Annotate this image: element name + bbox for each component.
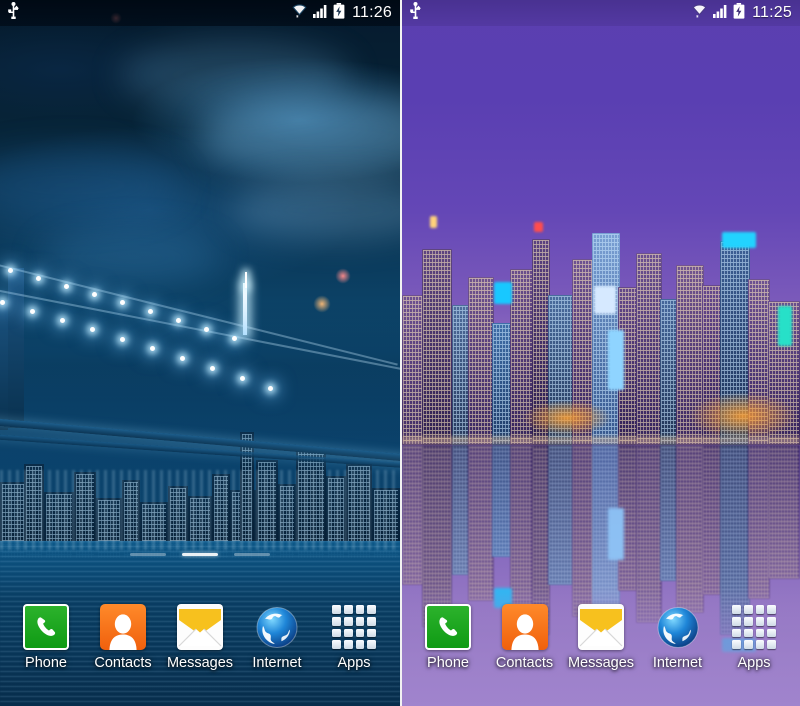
apps-grid-icon[interactable] bbox=[331, 604, 377, 650]
dock-item-messages[interactable]: Messages bbox=[565, 604, 637, 671]
dock-right: Phone Contacts Messages Internet Apps bbox=[402, 598, 800, 706]
dock-label-internet: Internet bbox=[652, 655, 703, 671]
internet-icon[interactable] bbox=[655, 604, 701, 650]
dock-label-internet: Internet bbox=[252, 655, 302, 671]
dock-label-contacts: Contacts bbox=[94, 655, 152, 671]
dock-item-phone[interactable]: Phone bbox=[10, 604, 82, 671]
wifi-icon bbox=[691, 3, 708, 23]
home-screen-right[interactable]: 11:25 Phone Contacts Messages Internet A… bbox=[400, 0, 800, 706]
dock-label-apps: Apps bbox=[737, 655, 771, 671]
dock-label-messages: Messages bbox=[166, 655, 234, 671]
messages-icon[interactable] bbox=[578, 604, 624, 650]
dock-item-internet[interactable]: Internet bbox=[241, 604, 313, 671]
page-dot-2-active[interactable] bbox=[182, 553, 218, 556]
signal-bars-icon bbox=[313, 4, 328, 23]
dock-item-messages[interactable]: Messages bbox=[164, 604, 236, 671]
dock-label-messages: Messages bbox=[567, 655, 635, 671]
contacts-icon[interactable] bbox=[501, 604, 548, 650]
wifi-icon bbox=[291, 3, 308, 23]
wallpaper-comparison-stage: 11:26 Phone Contacts Messages Internet A… bbox=[0, 0, 800, 706]
status-clock: 11:25 bbox=[752, 4, 792, 21]
dock-item-contacts[interactable]: Contacts bbox=[489, 604, 561, 671]
phone-icon[interactable] bbox=[23, 604, 69, 650]
apps-grid-icon[interactable] bbox=[731, 604, 777, 650]
dock-label-phone: Phone bbox=[25, 655, 67, 671]
dock-label-apps: Apps bbox=[337, 655, 371, 671]
dock-item-apps[interactable]: Apps bbox=[718, 604, 790, 671]
home-screen-left[interactable]: 11:26 Phone Contacts Messages Internet A… bbox=[0, 0, 400, 706]
battery-charging-icon bbox=[333, 2, 345, 24]
dock-label-phone: Phone bbox=[427, 655, 469, 671]
phone-icon[interactable] bbox=[425, 604, 471, 650]
status-bar-left: 11:26 bbox=[0, 0, 400, 26]
usb-icon bbox=[409, 2, 422, 24]
status-bar-right: 11:25 bbox=[402, 0, 800, 26]
dock-item-apps[interactable]: Apps bbox=[318, 604, 390, 671]
page-dot-2-active[interactable] bbox=[583, 553, 619, 556]
signal-bars-icon bbox=[713, 4, 728, 23]
dock-left: Phone Contacts Messages Internet Apps bbox=[0, 598, 400, 706]
page-dot-3[interactable] bbox=[635, 553, 671, 556]
contacts-icon[interactable] bbox=[100, 604, 146, 650]
page-dot-1[interactable] bbox=[531, 553, 567, 556]
dock-label-contacts: Contacts bbox=[495, 655, 554, 671]
messages-icon[interactable] bbox=[177, 604, 223, 650]
dock-item-phone[interactable]: Phone bbox=[412, 604, 484, 671]
page-dot-1[interactable] bbox=[130, 553, 166, 556]
internet-icon[interactable] bbox=[254, 604, 300, 650]
dock-item-internet[interactable]: Internet bbox=[642, 604, 714, 671]
usb-icon bbox=[7, 2, 20, 24]
battery-charging-icon bbox=[733, 2, 745, 24]
status-clock: 11:26 bbox=[352, 4, 392, 21]
page-indicator-left[interactable] bbox=[0, 553, 400, 556]
dock-item-contacts[interactable]: Contacts bbox=[87, 604, 159, 671]
page-dot-3[interactable] bbox=[234, 553, 270, 556]
